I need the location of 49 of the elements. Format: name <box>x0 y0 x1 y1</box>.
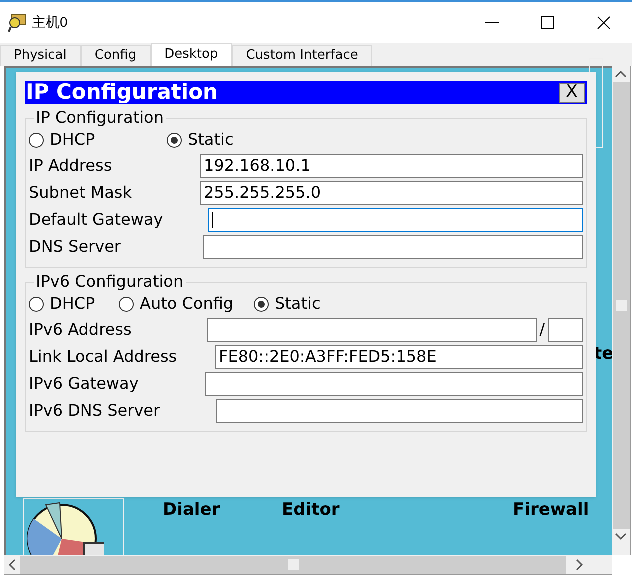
field-label: Subnet Mask <box>29 182 132 204</box>
tab[interactable]: Physical <box>0 45 81 66</box>
tab[interactable]: Config <box>80 45 151 66</box>
radio-option[interactable]: DHCP <box>29 293 119 315</box>
desktop-app-label: Editor <box>282 502 340 519</box>
field-label: IPv6 DNS Server <box>29 400 160 422</box>
radio-button[interactable] <box>29 296 44 312</box>
desktop-app-label: Firewall <box>513 502 590 519</box>
radio-button[interactable] <box>254 296 269 312</box>
radio-button[interactable] <box>167 132 182 148</box>
scroll-up-icon[interactable] <box>615 70 627 78</box>
field-label: Link Local Address <box>29 346 178 368</box>
input-field[interactable] <box>203 234 583 258</box>
radio-option[interactable]: Auto Config <box>119 293 254 315</box>
field-label: IPv6 Gateway <box>29 372 139 394</box>
scroll-left-icon[interactable] <box>8 558 16 570</box>
dialog-title: IP Configuration <box>26 82 218 103</box>
radio-option[interactable]: Static <box>167 129 287 151</box>
group-legend: IPv6 Configuration <box>34 272 186 292</box>
input-field[interactable] <box>206 318 537 342</box>
close-button[interactable]: X <box>559 82 585 102</box>
field-label: Default Gateway <box>29 208 164 230</box>
input-field[interactable]: FE80::2E0:A3FF:FED5:158E <box>215 344 583 368</box>
close-icon[interactable] <box>596 14 612 30</box>
radio-option[interactable]: DHCP <box>29 129 167 151</box>
prefix-separator: / <box>540 318 545 340</box>
group-legend: IP Configuration <box>34 108 166 128</box>
radio-button[interactable] <box>119 296 134 312</box>
radio-button[interactable] <box>29 132 44 148</box>
app-icon <box>8 12 28 32</box>
horizontal-scrollbar[interactable] <box>20 556 566 574</box>
maximize-icon[interactable] <box>540 14 556 30</box>
tab[interactable]: Custom Interface <box>232 45 372 66</box>
scroll-down-icon[interactable] <box>615 533 627 541</box>
input-field[interactable] <box>548 318 583 342</box>
vertical-scrollbar[interactable] <box>612 82 630 529</box>
scroll-right-icon[interactable] <box>576 558 584 570</box>
input-field[interactable]: 255.255.255.0 <box>200 180 583 204</box>
desktop-app-label: Dialer <box>163 502 220 519</box>
input-field[interactable] <box>208 208 583 232</box>
window-title: 主机0 <box>32 13 68 32</box>
input-field[interactable] <box>205 372 583 396</box>
input-field[interactable] <box>216 398 583 422</box>
field-label: DNS Server <box>29 236 121 258</box>
tab[interactable]: Desktop <box>150 43 232 66</box>
input-field[interactable]: 192.168.10.1 <box>200 154 583 178</box>
radio-option[interactable]: Static <box>254 293 374 315</box>
field-label: IP Address <box>29 154 112 176</box>
field-label: IPv6 Address <box>29 318 132 340</box>
